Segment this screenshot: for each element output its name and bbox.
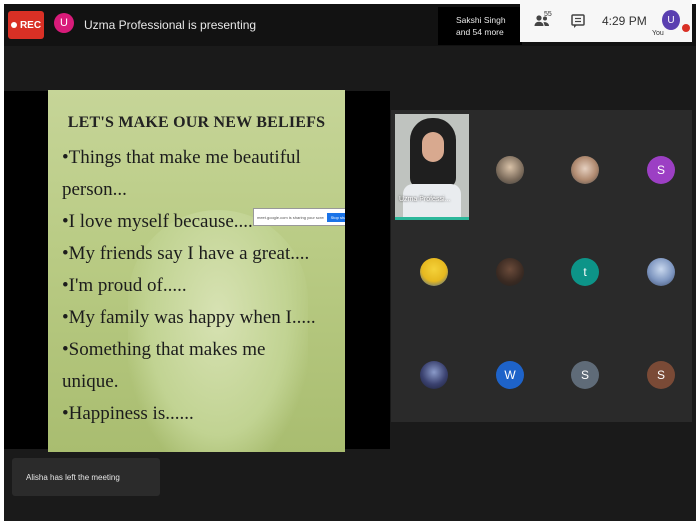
stop-sharing-button[interactable]: Stop sharing [326,212,345,222]
presenter-tile-label: Uzma Professi... [399,196,451,203]
participants-summary[interactable]: Sakshi Singh and 54 more [438,7,522,45]
screen-share-popup: meet.google.com is sharing your screen S… [253,208,345,226]
presenter-initial: U [60,17,68,29]
slide-bullet: unique. [62,371,119,392]
participant-avatar[interactable] [496,156,524,184]
recording-label: REC [19,19,42,31]
participant-avatar[interactable]: S [647,361,675,389]
participant-avatar[interactable] [496,258,524,286]
slide-bullet-list: •Things that make me beautiful person...… [62,142,337,430]
participant-more: and 54 more [456,27,504,37]
record-dot-icon [10,22,17,28]
participant-name: Sakshi Singh [456,15,506,25]
participant-initial: t [583,265,587,279]
participant-avatar[interactable] [420,258,448,286]
clock-time: 4:29 PM [602,14,647,28]
participant-initial: S [656,368,665,382]
slide-bullet: •I'm proud of..... [62,275,187,296]
user-label: You [652,30,664,37]
participant-initial: S [580,368,589,382]
user-initial: U [667,14,675,26]
participant-initial: S [656,163,665,177]
notification-badge [682,24,690,32]
recording-badge: REC [8,11,44,39]
presenting-status: Uzma Professional is presenting [84,18,257,32]
presenter-photo [410,118,456,188]
toast-message: Alisha has left the meeting [26,473,120,482]
participant-avatar[interactable] [647,258,675,286]
participant-avatar[interactable] [420,361,448,389]
presenter-video-tile[interactable]: Uzma Professi... [395,114,469,220]
user-avatar[interactable]: U [662,10,680,30]
participant-avatar[interactable] [571,156,599,184]
participant-avatar[interactable]: S [571,361,599,389]
slide-bullet: person... [62,179,127,200]
slide-bullet: •My family was happy when I..... [62,307,316,328]
presenter-avatar: U [54,13,74,33]
chat-icon[interactable] [570,13,586,29]
meeting-notification-toast: Alisha has left the meeting [12,458,160,496]
slide-bullet: •My friends say I have a great.... [62,243,310,264]
presentation-slide: LET'S MAKE OUR NEW BELIEFS •Things that … [48,90,345,452]
slide-bullet: •Something that makes me [62,339,266,360]
people-count: 55 [544,11,552,18]
participant-avatar[interactable]: S [647,156,675,184]
participant-avatar[interactable]: t [571,258,599,286]
slide-bullet: •Things that make me beautiful [62,147,301,168]
slide-title: LET'S MAKE OUR NEW BELIEFS [67,114,326,131]
participant-initial: W [504,368,516,382]
slide-bullet: •Happiness is...... [62,403,194,424]
screen-share-message: meet.google.com is sharing your screen [257,214,324,220]
participant-avatar[interactable]: W [496,361,524,389]
